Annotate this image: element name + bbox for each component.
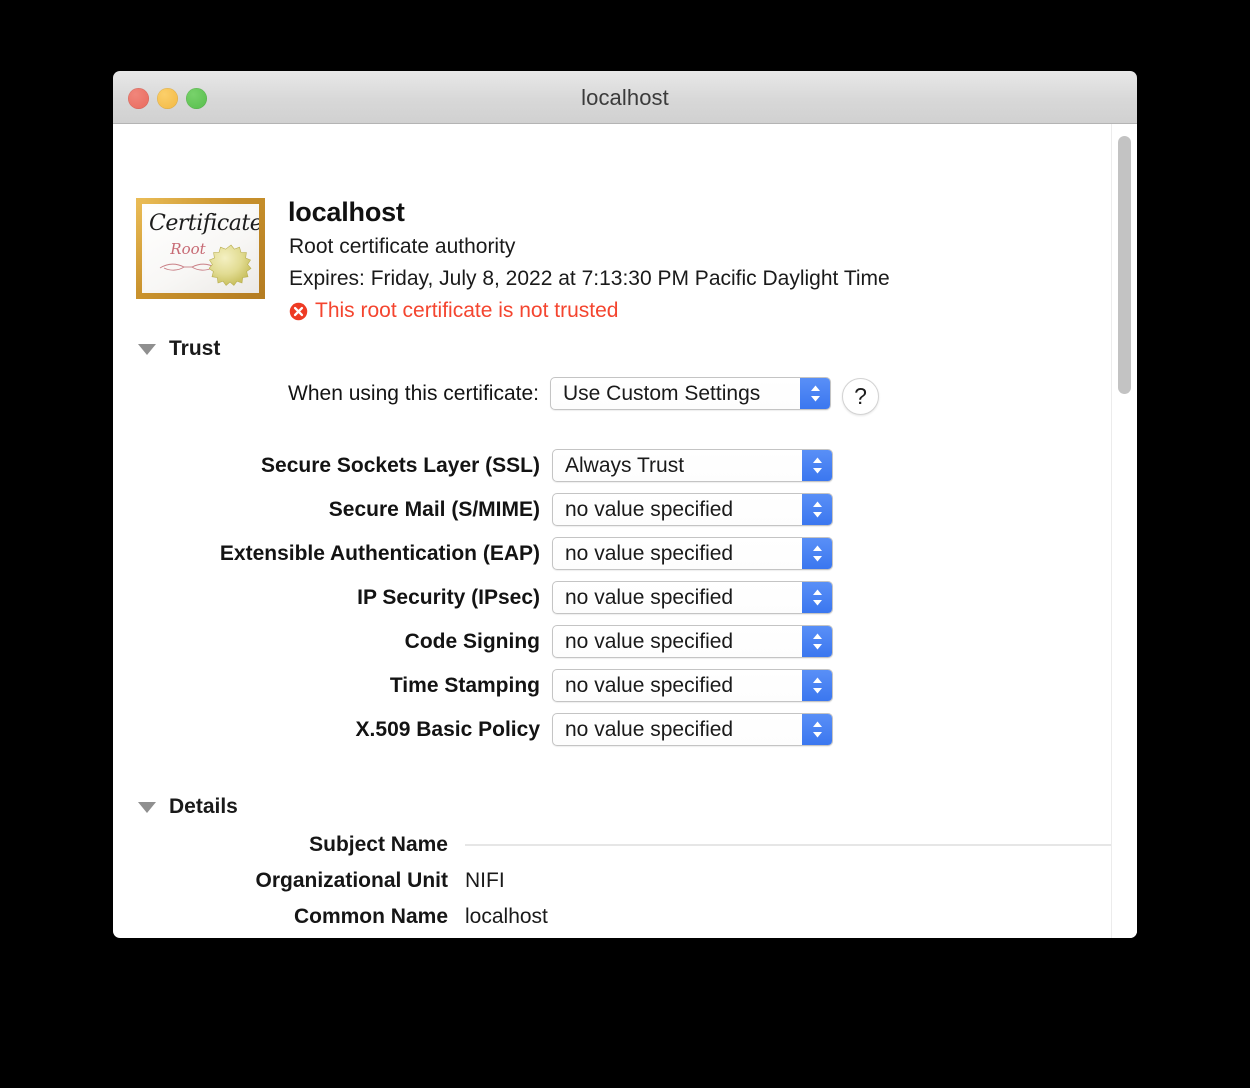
trust-setting-select[interactable]: no value specified — [552, 713, 833, 746]
trust-setting-select[interactable]: Always Trust — [552, 449, 833, 482]
trust-section-label: Trust — [169, 337, 221, 360]
details-section-disclosure[interactable]: Details — [138, 795, 238, 819]
trust-section-disclosure[interactable]: Trust — [138, 337, 220, 361]
trust-setting-select[interactable]: no value specified — [552, 625, 833, 658]
detail-label: Organizational Unit — [255, 869, 448, 892]
help-button-label: ? — [854, 383, 867, 409]
scrollbar-thumb[interactable] — [1118, 136, 1131, 394]
when-using-certificate-row: When using this certificate: Use Custom … — [249, 377, 831, 410]
vertical-scrollbar[interactable] — [1111, 124, 1137, 938]
trust-setting-value: no value specified — [565, 629, 734, 653]
trust-setting-select[interactable]: no value specified — [552, 493, 833, 526]
certificate-name: localhost — [288, 197, 405, 227]
certificate-content-scrollarea: Certificate Root localhost Root certific… — [113, 124, 1137, 938]
trust-setting-label: X.509 Basic Policy — [355, 717, 540, 741]
seal-icon — [209, 244, 252, 286]
subject-name-header: Subject Name — [138, 833, 1115, 857]
trust-help-button[interactable]: ? — [842, 378, 879, 415]
trust-setting-value: Always Trust — [565, 453, 685, 477]
chevron-updown-icon[interactable] — [802, 626, 832, 657]
certificate-trust-warning-text: This root certificate is not trusted — [315, 299, 619, 322]
trust-setting-row: Time Stamping no value specified — [158, 669, 833, 702]
window-titlebar: localhost — [113, 71, 1137, 124]
trust-setting-label: Time Stamping — [389, 673, 540, 697]
subject-name-label: Subject Name — [309, 833, 448, 856]
trust-setting-label: IP Security (IPsec) — [357, 585, 540, 609]
trust-setting-row: X.509 Basic Policy no value specified — [158, 713, 833, 746]
certificate-icon: Certificate Root — [136, 198, 265, 299]
detail-value: NIFI — [465, 869, 505, 892]
chevron-updown-icon[interactable] — [802, 450, 832, 481]
trust-setting-label: Secure Sockets Layer (SSL) — [261, 453, 540, 477]
trust-setting-value: no value specified — [565, 497, 734, 521]
certificate-window: localhost Certificate Root localhost Roo… — [113, 71, 1137, 938]
trust-setting-value: no value specified — [565, 585, 734, 609]
trust-setting-value: no value specified — [565, 541, 734, 565]
chevron-updown-icon[interactable] — [802, 714, 832, 745]
subject-name-divider — [465, 844, 1115, 846]
trust-setting-row: Code Signing no value specified — [158, 625, 833, 658]
trust-setting-value: no value specified — [565, 673, 734, 697]
details-section-label: Details — [169, 795, 238, 818]
trust-setting-value: no value specified — [565, 717, 734, 741]
trust-setting-row: Extensible Authentication (EAP) no value … — [158, 537, 833, 570]
certificate-expiry: Expires: Friday, July 8, 2022 at 7:13:30… — [289, 267, 890, 290]
when-using-certificate-label: When using this certificate: — [288, 381, 539, 405]
trust-setting-select[interactable]: no value specified — [552, 669, 833, 702]
chevron-down-icon[interactable] — [138, 801, 156, 813]
trust-setting-row: Secure Mail (S/MIME) no value specified — [158, 493, 833, 526]
certificate-type: Root certificate authority — [289, 235, 516, 258]
detail-label: Common Name — [293, 905, 448, 928]
detail-row: Common Name localhost — [138, 905, 548, 929]
detail-value: localhost — [465, 905, 548, 928]
detail-row: Organizational Unit NIFI — [138, 869, 505, 893]
certificate-icon-word: Certificate — [149, 211, 263, 236]
certificate-trust-warning: This root certificate is not trusted — [289, 299, 618, 323]
when-using-certificate-select[interactable]: Use Custom Settings — [550, 377, 831, 410]
trust-setting-row: Secure Sockets Layer (SSL) Always Trust — [158, 449, 833, 482]
trust-setting-row: IP Security (IPsec) no value specified — [158, 581, 833, 614]
chevron-updown-icon[interactable] — [802, 582, 832, 613]
chevron-down-icon[interactable] — [138, 343, 156, 355]
when-using-certificate-value: Use Custom Settings — [563, 381, 761, 405]
trust-setting-label: Code Signing — [404, 629, 540, 653]
error-icon — [289, 302, 308, 320]
window-title: localhost — [581, 85, 669, 110]
chevron-updown-icon[interactable] — [800, 378, 830, 409]
trust-setting-label: Extensible Authentication (EAP) — [219, 541, 540, 565]
chevron-updown-icon[interactable] — [802, 494, 832, 525]
trust-setting-select[interactable]: no value specified — [552, 581, 833, 614]
chevron-updown-icon[interactable] — [802, 670, 832, 701]
trust-setting-label: Secure Mail (S/MIME) — [328, 497, 540, 521]
chevron-updown-icon[interactable] — [802, 538, 832, 569]
trust-setting-select[interactable]: no value specified — [552, 537, 833, 570]
